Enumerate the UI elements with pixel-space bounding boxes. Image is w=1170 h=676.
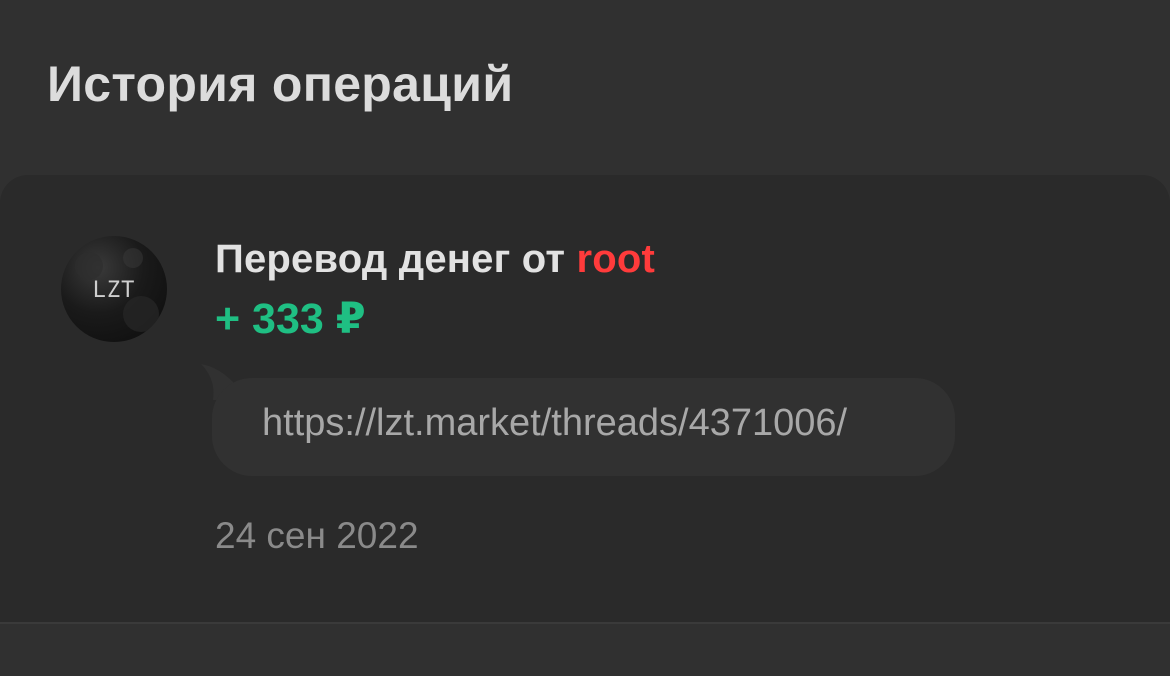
- page-title: История операций: [47, 56, 514, 112]
- transaction-title: Перевод денег от root: [215, 237, 655, 282]
- transaction-title-prefix: Перевод денег от: [215, 237, 577, 281]
- transaction-date: 24 сен 2022: [215, 515, 419, 556]
- sender-username-link[interactable]: root: [577, 237, 656, 281]
- lzt-logo-icon: LZT: [75, 248, 159, 332]
- transaction-amount: + 333 ₽: [215, 295, 366, 343]
- sender-avatar[interactable]: LZT: [61, 236, 167, 342]
- transaction-comment-link[interactable]: https://lzt.market/threads/4371006/: [262, 402, 847, 445]
- next-list-section: [0, 624, 1170, 676]
- avatar-logo-text: LZT: [93, 278, 136, 303]
